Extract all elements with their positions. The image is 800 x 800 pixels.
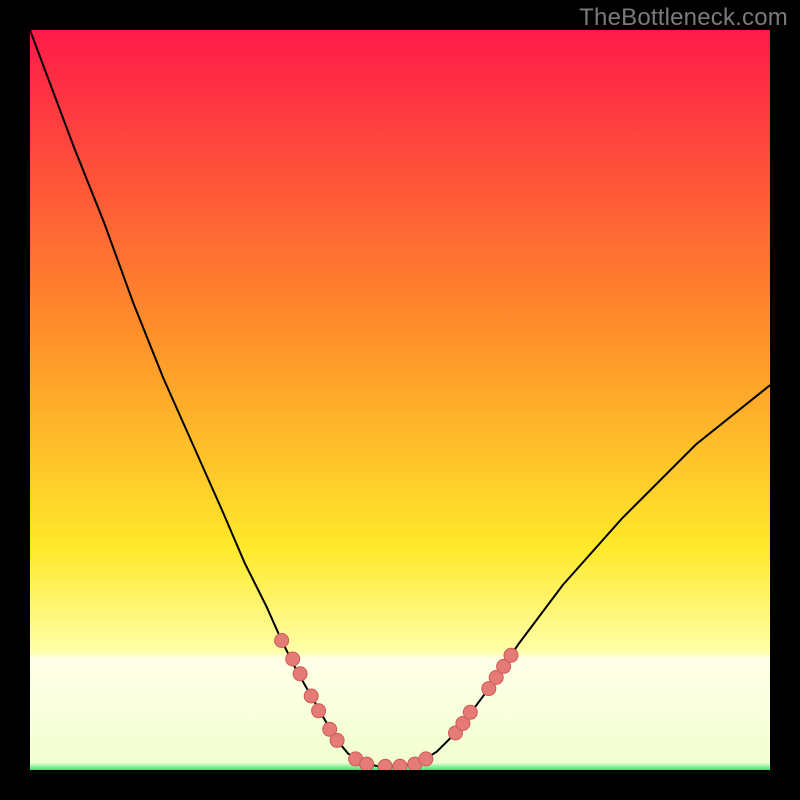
data-marker [312, 704, 326, 718]
data-marker [286, 652, 300, 666]
gradient-background [30, 30, 770, 770]
data-marker [293, 667, 307, 681]
data-marker [275, 634, 289, 648]
data-marker [378, 759, 392, 770]
plot-area [30, 30, 770, 770]
chart-frame: TheBottleneck.com [0, 0, 800, 800]
data-marker [504, 648, 518, 662]
chart-svg [30, 30, 770, 770]
data-marker [304, 689, 318, 703]
data-marker [393, 759, 407, 770]
data-marker [419, 752, 433, 766]
watermark-text: TheBottleneck.com [579, 4, 788, 32]
data-marker [463, 705, 477, 719]
data-marker [330, 733, 344, 747]
data-marker [360, 757, 374, 770]
